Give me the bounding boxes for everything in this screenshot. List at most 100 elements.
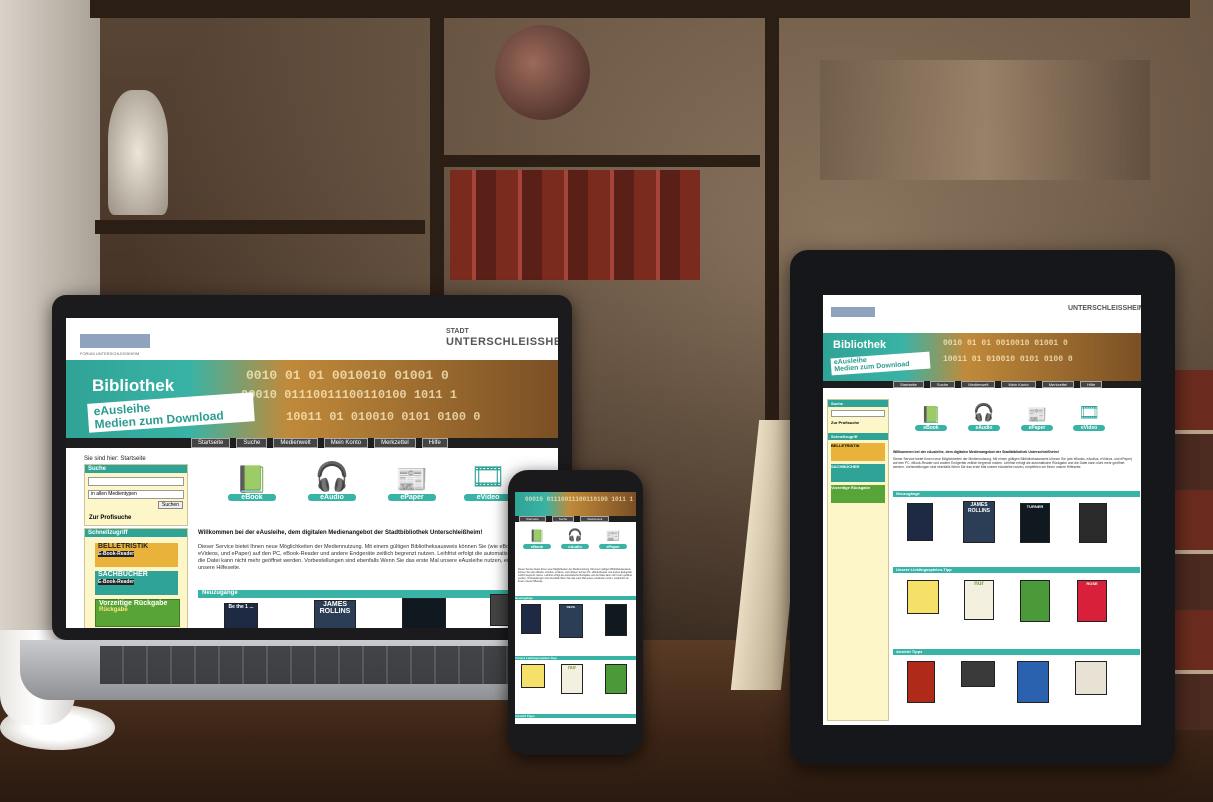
category-eaudio[interactable]: 🎧 eAudio	[561, 526, 589, 549]
ornaments	[820, 60, 1150, 180]
category-epaper-label: ePaper	[1021, 425, 1053, 431]
sachbuecher-button[interactable]: SACHBÜCHER	[831, 464, 885, 482]
book-cover[interactable]	[521, 604, 541, 634]
book-cover[interactable]: nur	[964, 580, 994, 620]
tablet-screen: UNTERSCHLEISSHEIM 0010 01 01 0010010 010…	[823, 295, 1141, 725]
category-epaper[interactable]: 📰 ePaper	[599, 528, 627, 549]
profi-search-link[interactable]: Zur Profisuche	[831, 420, 885, 425]
book-cover[interactable]	[1075, 661, 1107, 695]
book-cover[interactable]	[1017, 661, 1049, 703]
nav-startseite[interactable]: Startseite	[893, 381, 924, 388]
search-button[interactable]: Suchen	[158, 501, 183, 509]
belletristik-label: BELLETRISTIK	[98, 543, 149, 550]
binary-decoration: 10011 01 010010 0101 0100 0	[943, 355, 1073, 364]
early-return-button[interactable]: Vorzeitige Rückgabe Rückgabe	[95, 599, 180, 627]
forum-logo-text: FORUM UNTERSCHLEISSHEIM	[80, 351, 140, 356]
nav-hilfe[interactable]: Hilfe	[1080, 381, 1103, 388]
category-epaper[interactable]: 📰 ePaper	[388, 464, 436, 501]
binary-decoration: 10011 01 010010 0101 0100 0	[286, 410, 481, 424]
nav-suche[interactable]: Suche	[236, 438, 268, 448]
more-tips-bar: Ansicht Tipps	[893, 649, 1140, 655]
book-cover[interactable]	[1079, 503, 1107, 543]
search-box: Suche in allen Medientypen Suchen Zur Pr…	[84, 464, 188, 526]
quick-access: Schnellzugriff BELLETRISTIK E-Book-Reade…	[84, 528, 188, 628]
category-eaudio[interactable]: 🎧 eAudio	[308, 458, 356, 501]
category-ebook[interactable]: 📗 eBook	[915, 405, 947, 431]
nav-suche[interactable]: Suche	[929, 381, 956, 388]
binary-decoration: 00010 01110011100110100 1011 1	[525, 496, 634, 503]
category-ebook[interactable]: 📗 eBook	[228, 464, 276, 501]
nav-medienwelt[interactable]: Medienwelt	[961, 381, 996, 388]
category-ebook[interactable]: 📗 eBook	[523, 528, 551, 549]
globe	[495, 25, 590, 120]
category-epaper[interactable]: 📰 ePaper	[1021, 405, 1053, 431]
book-cover[interactable]	[402, 598, 446, 628]
book-cover[interactable]	[907, 661, 935, 703]
welcome-heading: Willkommen bei der eAusleihe, dem digita…	[198, 530, 483, 536]
headphones-icon: 🎧	[567, 528, 583, 542]
book-cover[interactable]	[521, 664, 545, 688]
welcome-heading: Willkommen bei der eAusleihe, dem digita…	[893, 450, 1059, 454]
book-cover[interactable]: JAMES ROLLINS	[314, 600, 356, 628]
book-cover[interactable]: ROSE	[1077, 580, 1107, 622]
book-cover[interactable]: DEVIL	[559, 604, 583, 638]
newspaper-icon: 📰	[395, 463, 429, 494]
city-logo: UNTERSCHLEISSHEIM	[1068, 305, 1141, 312]
search-input[interactable]	[831, 410, 885, 417]
sachbuecher-button[interactable]: SACHBÜCHER E-Book-Reader	[95, 571, 178, 595]
binary-decoration: 0010 01 01 0010010 01001 0	[246, 368, 449, 383]
search-input[interactable]	[88, 477, 184, 486]
nav-startseite[interactable]: Startseite	[519, 516, 546, 522]
nav-hilfe[interactable]: Hilfe	[421, 438, 448, 448]
book-cover[interactable]	[907, 580, 939, 614]
category-eaudio[interactable]: 🎧 eAudio	[968, 401, 1000, 431]
nav-medienwelt[interactable]: Medienwelt	[580, 516, 610, 522]
belletristik-button[interactable]: BELLETRISTIK	[831, 443, 885, 461]
profi-search-link[interactable]: Zur Profisuche	[89, 515, 131, 521]
search-heading: Suche	[85, 465, 187, 473]
nav-mein-konto[interactable]: Mein Konto	[323, 438, 369, 448]
book-cover[interactable]: TURNER	[1020, 503, 1050, 543]
book-cover[interactable]	[907, 503, 933, 541]
quick-access-heading: Schnellzugriff	[85, 529, 187, 537]
search-heading: Suche	[828, 400, 888, 407]
newspaper-icon: 📰	[1027, 407, 1047, 424]
book-cover[interactable]	[961, 661, 995, 687]
nav-startseite[interactable]: Startseite	[191, 438, 231, 448]
nav-medienwelt[interactable]: Medienwelt	[273, 438, 318, 448]
city-logo: UNTERSCHLEISSHEIM	[446, 336, 558, 348]
belletristik-button[interactable]: BELLETRISTIK E-Book-Reader	[95, 543, 178, 567]
banner-title: Bibliothek	[833, 339, 887, 351]
sachbuecher-label: SACHBÜCHER	[98, 571, 148, 578]
early-return-sub: Rückgabe	[99, 607, 128, 613]
laptop-keyboard	[100, 646, 570, 684]
book-cover[interactable]	[1020, 580, 1050, 622]
category-ebook-label: eBook	[228, 494, 276, 501]
nav-suche[interactable]: Suche	[551, 516, 575, 522]
category-eaudio-label: eAudio	[561, 544, 589, 549]
media-type-select[interactable]: in allen Medientypen	[88, 490, 184, 499]
nav-merkzettel[interactable]: Merkzettel	[1041, 381, 1075, 388]
book-stack	[1172, 370, 1213, 730]
banner: 0010 01 01 0010010 01001 0 10011 01 0100…	[823, 333, 1141, 381]
early-return-button[interactable]: Vorzeitige Rückgabe	[831, 485, 885, 503]
nav-merkzettel[interactable]: Merkzettel	[374, 438, 416, 448]
book-cover[interactable]	[605, 664, 627, 694]
forum-logo	[831, 307, 875, 317]
book-cover[interactable]: JAMES ROLLINS	[963, 501, 995, 543]
welcome-text: Dieser Service bietet Ihnen neue Möglich…	[198, 544, 554, 571]
category-evideo[interactable]: 🎞 eVideo	[464, 458, 512, 501]
category-ebook-label: eBook	[523, 544, 551, 549]
book-icon: 📗	[529, 529, 545, 543]
main-nav: Startseite Suche Medienwelt Mein Konto M…	[823, 381, 1141, 388]
book-cover[interactable]: nur	[561, 664, 583, 694]
statue	[108, 90, 168, 215]
book-cover[interactable]	[605, 604, 627, 636]
books-row	[450, 170, 700, 280]
category-evideo[interactable]: 🎞 eVideo	[1073, 401, 1105, 431]
book-cover[interactable]: Be the 1 ...	[224, 603, 258, 628]
banner: 0010 01 01 0010010 01001 0 00010 0111001…	[66, 360, 558, 438]
welcome-text: Dieser Service bietet Ihnen neue Möglich…	[893, 457, 1133, 470]
category-evideo-label: eVideo	[464, 494, 512, 501]
nav-mein-konto[interactable]: Mein Konto	[1001, 381, 1036, 388]
